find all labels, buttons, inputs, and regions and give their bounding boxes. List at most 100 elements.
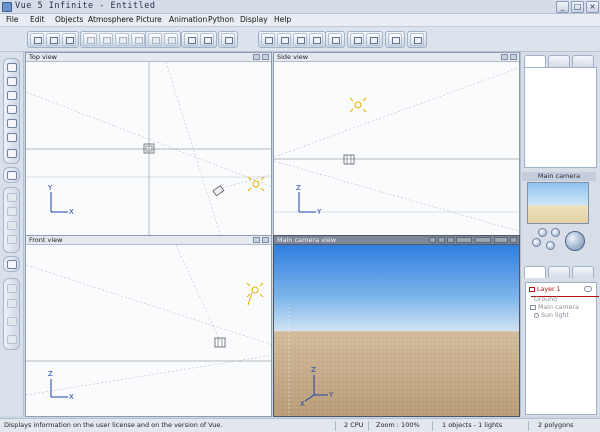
tree-item-layer[interactable]: Layer 1	[529, 286, 561, 293]
render-icon[interactable]	[261, 33, 275, 46]
camera-frame-icon[interactable]	[475, 237, 491, 243]
tab-animation[interactable]	[572, 55, 594, 67]
camera-move-control-icon[interactable]	[565, 231, 585, 251]
viewport-maximize-icon[interactable]	[262, 237, 269, 243]
pyramid-icon[interactable]	[7, 105, 17, 114]
render-area-icon[interactable]	[277, 33, 291, 46]
camera-object-marker[interactable]	[214, 337, 226, 348]
side-view-canvas[interactable]: Z Y	[274, 62, 519, 235]
layout-a-icon[interactable]	[350, 33, 364, 46]
undo-icon[interactable]	[148, 33, 162, 46]
maximize-button[interactable]: □	[571, 1, 584, 13]
sun-light-icon[interactable]	[247, 176, 265, 192]
torus-icon[interactable]	[7, 133, 17, 142]
render-preview-icon[interactable]	[429, 237, 436, 243]
boolean-union-icon[interactable]	[7, 207, 17, 216]
viewport-maximize-icon[interactable]	[510, 237, 517, 243]
tab-links[interactable]	[548, 266, 570, 278]
tree-item-ground[interactable]: Ground	[534, 296, 557, 303]
menu-edit[interactable]: Edit	[30, 15, 45, 24]
viewport-maximize-icon[interactable]	[262, 54, 269, 60]
top-view-viewport[interactable]: Top view Y X	[25, 52, 272, 236]
tree-item-sun-light[interactable]: Sun light	[534, 312, 569, 319]
metablob-icon[interactable]	[7, 235, 17, 244]
atmosphere-icon[interactable]	[184, 33, 198, 46]
spot-light-icon[interactable]	[7, 299, 17, 308]
camera-pan-right-icon[interactable]	[546, 241, 555, 250]
camera-render-icon[interactable]	[494, 237, 508, 243]
copy-icon[interactable]	[99, 33, 113, 46]
camera-quality-icon[interactable]	[456, 237, 472, 243]
delete-icon[interactable]	[131, 33, 145, 46]
viewport-maximize-icon[interactable]	[510, 54, 517, 60]
front-view-viewport[interactable]: Front view Z X	[25, 235, 272, 417]
paste-icon[interactable]	[115, 33, 129, 46]
save-scene-icon[interactable]	[62, 33, 76, 46]
front-view-canvas[interactable]: Z X	[26, 245, 271, 416]
open-scene-icon[interactable]	[46, 33, 60, 46]
camera-lock-icon[interactable]	[447, 237, 454, 243]
layout-b-icon[interactable]	[366, 33, 380, 46]
zoom-icon[interactable]	[388, 33, 402, 46]
axis-label-y: Y	[317, 208, 322, 216]
menu-atmosphere[interactable]: Atmosphere	[88, 15, 133, 24]
menu-display[interactable]: Display	[240, 15, 268, 24]
menu-picture[interactable]: Picture	[136, 15, 162, 24]
display-options-icon[interactable]	[410, 33, 424, 46]
camera-icon[interactable]	[212, 185, 225, 197]
menu-help[interactable]: Help	[274, 15, 291, 24]
area-light-icon[interactable]	[7, 335, 17, 344]
viewport-title: Side view	[277, 53, 309, 61]
new-scene-icon[interactable]	[30, 33, 44, 46]
cube-icon[interactable]	[7, 91, 17, 100]
primitives-tool-group	[3, 58, 20, 164]
sphere-icon[interactable]	[7, 63, 17, 72]
single-view-icon[interactable]	[328, 33, 342, 46]
undo-toolbar-group	[145, 31, 181, 48]
render-options-icon[interactable]	[293, 33, 307, 46]
boolean-difference-icon[interactable]	[7, 221, 17, 230]
camera-object-marker[interactable]	[343, 154, 355, 165]
render-display-icon[interactable]	[309, 33, 323, 46]
camera-pan-up-icon[interactable]	[538, 228, 547, 237]
tab-aspect[interactable]	[548, 55, 570, 67]
camera-options-icon[interactable]	[438, 237, 445, 243]
top-view-canvas[interactable]: Y X	[26, 62, 271, 235]
menu-file[interactable]: File	[6, 15, 19, 24]
minimize-button[interactable]: _	[556, 1, 569, 13]
redo-icon[interactable]	[164, 33, 178, 46]
tab-layers[interactable]	[524, 266, 546, 278]
camera-pan-left-icon[interactable]	[532, 238, 541, 247]
camera-preview[interactable]	[527, 182, 589, 224]
tab-object-properties[interactable]	[524, 55, 546, 67]
point-light-icon[interactable]	[7, 284, 17, 293]
cylinder-icon[interactable]	[7, 77, 17, 86]
group-icon[interactable]	[7, 193, 17, 202]
main-camera-header: Main camera view	[274, 236, 519, 245]
app-icon[interactable]	[2, 2, 12, 12]
menu-objects[interactable]: Objects	[55, 15, 83, 24]
tree-item-main-camera[interactable]: Main camera	[530, 304, 579, 311]
plane-icon[interactable]	[7, 149, 17, 158]
menu-animation[interactable]: Animation	[169, 15, 207, 24]
main-camera-viewport[interactable]: Main camera view Z Y X	[273, 235, 520, 417]
sun-light-icon[interactable]	[349, 97, 367, 113]
cut-icon[interactable]	[83, 33, 97, 46]
layer-visibility-icon[interactable]	[584, 286, 592, 292]
viewport-menu-icon[interactable]	[253, 54, 260, 60]
close-button[interactable]: ×	[586, 1, 599, 13]
terrain-icon[interactable]	[7, 171, 17, 180]
sun-light-icon[interactable]	[246, 282, 264, 306]
camera-render-canvas[interactable]: Z Y X	[274, 245, 519, 416]
camera-manager-icon[interactable]	[221, 33, 235, 46]
cone-icon[interactable]	[7, 119, 17, 128]
viewport-menu-icon[interactable]	[501, 54, 508, 60]
menu-python[interactable]: Python	[208, 15, 234, 24]
directional-light-icon[interactable]	[7, 317, 17, 326]
plant-icon[interactable]	[7, 260, 17, 269]
tab-materials[interactable]	[572, 266, 594, 278]
sky-editor-icon[interactable]	[200, 33, 214, 46]
side-view-viewport[interactable]: Side view Z Y	[273, 52, 520, 236]
camera-orbit-icon[interactable]	[551, 228, 560, 237]
viewport-menu-icon[interactable]	[253, 237, 260, 243]
